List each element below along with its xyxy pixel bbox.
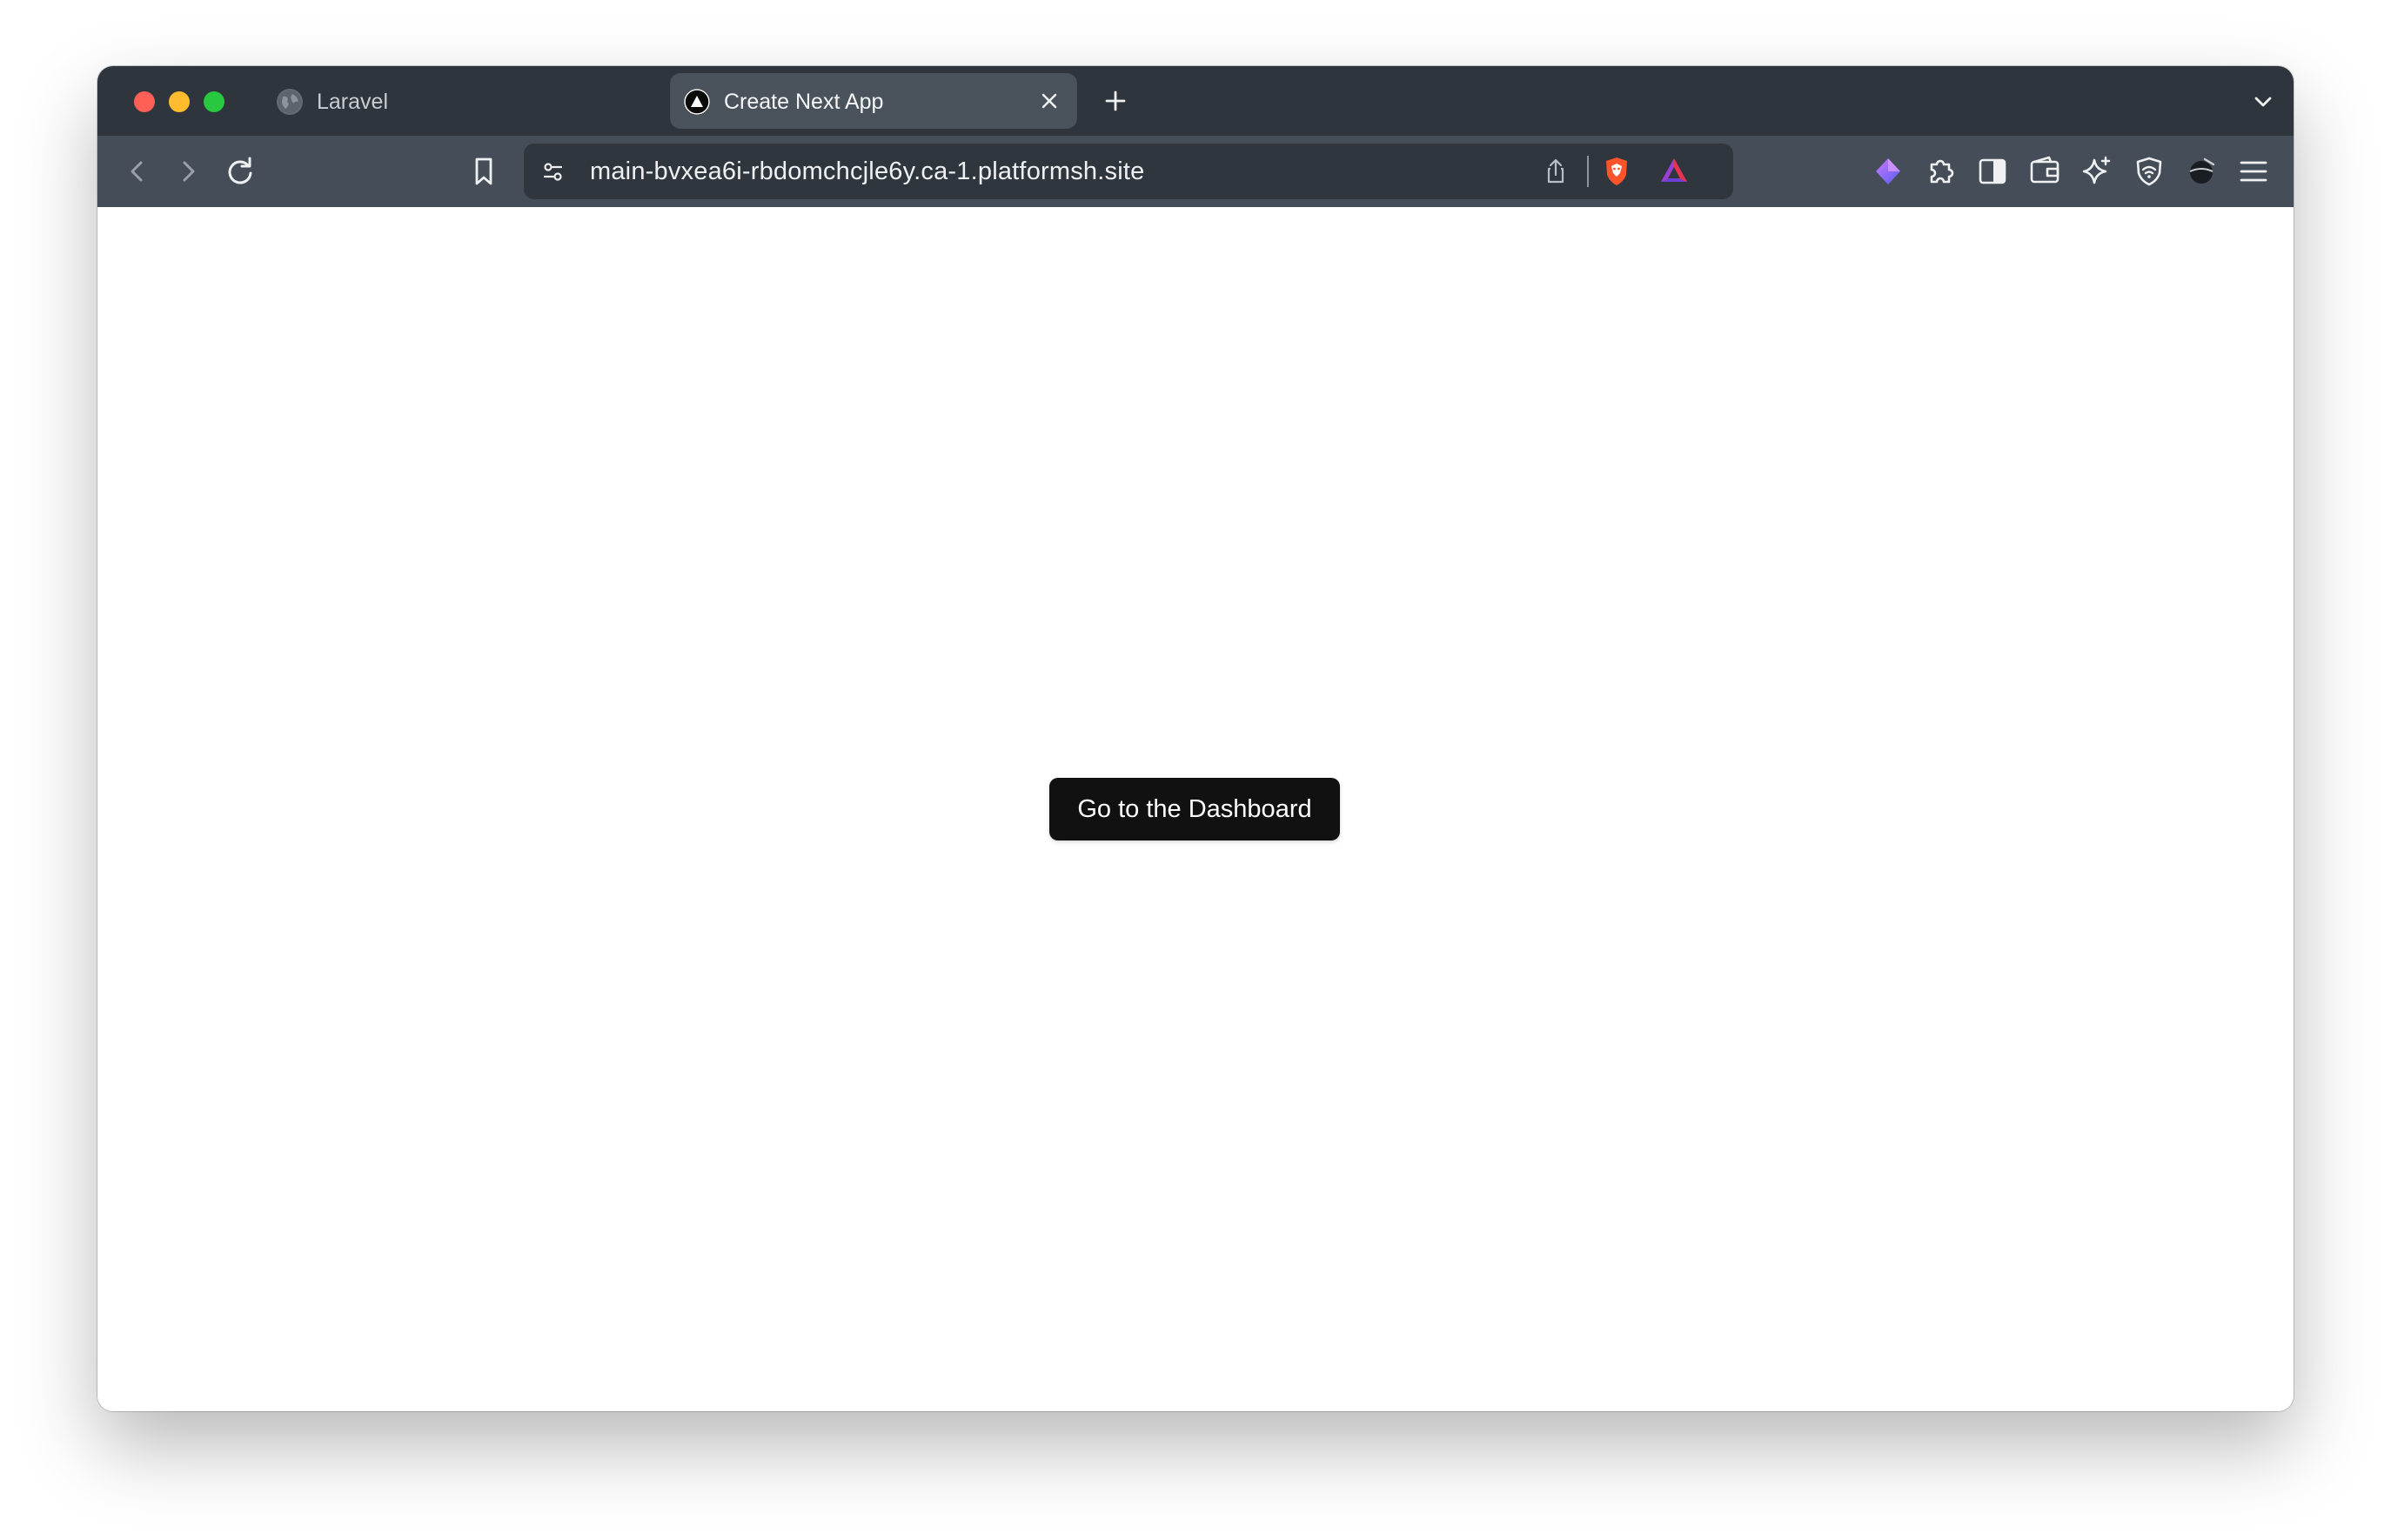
bookmark-icon[interactable]	[465, 152, 503, 191]
tab-create-next-app[interactable]: Create Next App	[670, 73, 1077, 129]
tab-list-chevron-icon[interactable]	[2248, 87, 2278, 117]
page-content: Go to the Dashboard	[97, 207, 2294, 1411]
forward-icon[interactable]	[169, 152, 207, 191]
address-bar[interactable]: main-bvxea6i-rbdomchcjle6y.ca-1.platform…	[524, 144, 1733, 199]
close-tab-icon[interactable]	[1037, 89, 1062, 113]
back-icon[interactable]	[118, 152, 157, 191]
tab-title: Laravel	[317, 90, 388, 114]
reload-icon[interactable]	[221, 152, 259, 191]
brave-rewards-icon[interactable]	[1655, 152, 1693, 191]
go-to-dashboard-button[interactable]: Go to the Dashboard	[1049, 778, 1340, 840]
vpn-icon[interactable]	[2130, 152, 2168, 191]
leo-ai-icon[interactable]	[1869, 152, 1907, 191]
tab-laravel[interactable]: Laravel	[263, 73, 665, 129]
site-settings-icon[interactable]	[536, 154, 571, 189]
window-minimize-button[interactable]	[169, 91, 190, 112]
address-divider	[1587, 156, 1589, 187]
new-tab-icon[interactable]	[1098, 84, 1133, 118]
browser-window: Laravel Create Next App main-bvxea6i-rbd…	[97, 66, 2294, 1411]
sparkle-icon[interactable]	[2078, 152, 2116, 191]
extensions-icon[interactable]	[1921, 152, 1959, 191]
sidebar-icon[interactable]	[1973, 152, 2012, 191]
nextjs-triangle-icon	[684, 89, 710, 115]
window-zoom-button[interactable]	[204, 91, 224, 112]
globe-icon	[277, 89, 303, 115]
tab-strip: Laravel Create Next App	[97, 66, 2294, 136]
wallet-icon[interactable]	[2026, 152, 2064, 191]
menu-icon[interactable]	[2234, 152, 2273, 191]
share-icon[interactable]	[1538, 154, 1573, 189]
brave-shields-icon[interactable]	[1597, 152, 1636, 191]
url-text: main-bvxea6i-rbdomchcjle6y.ca-1.platform…	[590, 157, 1145, 185]
profile-icon[interactable]	[2182, 152, 2220, 191]
tab-title: Create Next App	[724, 90, 884, 114]
browser-toolbar: main-bvxea6i-rbdomchcjle6y.ca-1.platform…	[97, 136, 2294, 207]
window-close-button[interactable]	[134, 91, 155, 112]
